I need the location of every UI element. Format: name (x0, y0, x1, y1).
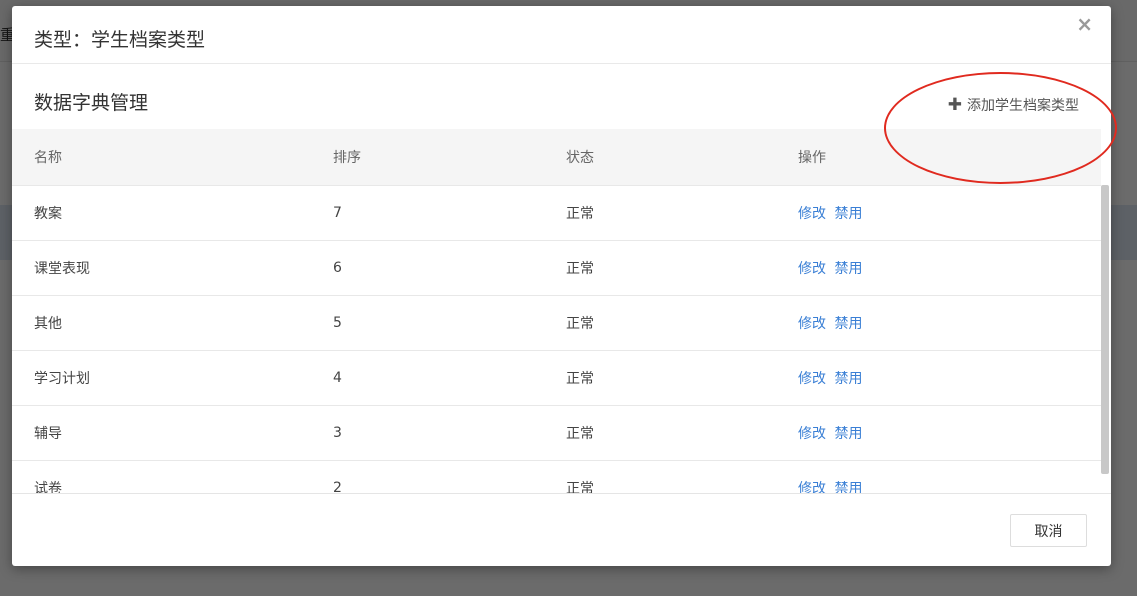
cell-order: 5 (311, 295, 544, 351)
table-row: 教案 7 正常 修改 禁用 (12, 185, 1101, 241)
column-header-actions: 操作 (776, 129, 1101, 186)
cell-status: 正常 (544, 295, 776, 351)
cell-order: 6 (311, 240, 544, 296)
cell-order: 2 (311, 460, 544, 493)
table-row: 课堂表现 6 正常 修改 禁用 (12, 240, 1101, 296)
close-icon[interactable]: × (1076, 12, 1093, 36)
cell-actions: 修改 禁用 (776, 460, 1101, 494)
table-row: 试卷 2 正常 修改 禁用 (12, 460, 1101, 494)
add-student-archive-type-button[interactable]: ✚ 添加学生档案类型 (948, 95, 1079, 115)
edit-link[interactable]: 修改 (798, 316, 826, 332)
table-row: 学习计划 4 正常 修改 禁用 (12, 350, 1101, 406)
modal-footer: 取消 (12, 494, 1111, 566)
modal-title: 类型：学生档案类型 (34, 29, 206, 51)
table-header-row: 名称 排序 状态 操作 (12, 129, 1101, 186)
column-header-order: 排序 (311, 129, 544, 186)
section-title: 数据字典管理 (34, 92, 149, 114)
cell-order: 4 (311, 350, 544, 406)
table-row: 其他 5 正常 修改 禁用 (12, 295, 1101, 351)
cell-actions: 修改 禁用 (776, 240, 1101, 296)
table-scrollbar-thumb[interactable] (1101, 185, 1109, 474)
modal-header: 类型：学生档案类型 × (12, 6, 1111, 64)
cell-status: 正常 (544, 350, 776, 406)
column-header-name: 名称 (12, 129, 311, 186)
cancel-button[interactable]: 取消 (1010, 514, 1087, 547)
column-header-status: 状态 (544, 129, 776, 186)
cell-name: 课堂表现 (12, 240, 311, 296)
cell-actions: 修改 禁用 (776, 185, 1101, 241)
dictionary-table-container[interactable]: 名称 排序 状态 操作 教案 7 正常 修改 禁用 课堂表现 6 正常 修改 禁… (12, 129, 1111, 494)
edit-link[interactable]: 修改 (798, 261, 826, 277)
edit-link[interactable]: 修改 (798, 371, 826, 387)
cell-actions: 修改 禁用 (776, 405, 1101, 461)
disable-link[interactable]: 禁用 (834, 261, 862, 277)
cell-order: 3 (311, 405, 544, 461)
cell-status: 正常 (544, 185, 776, 241)
cell-status: 正常 (544, 460, 776, 493)
cell-order: 7 (311, 185, 544, 241)
edit-link[interactable]: 修改 (798, 206, 826, 222)
cell-name: 教案 (12, 185, 311, 241)
edit-link[interactable]: 修改 (798, 481, 826, 494)
plus-icon: ✚ (947, 94, 962, 115)
table-row: 辅导 3 正常 修改 禁用 (12, 405, 1101, 461)
cell-name: 其他 (12, 295, 311, 351)
cell-status: 正常 (544, 240, 776, 296)
add-button-label: 添加学生档案类型 (967, 98, 1079, 114)
edit-link[interactable]: 修改 (798, 426, 826, 442)
cell-actions: 修改 禁用 (776, 295, 1101, 351)
dictionary-modal: 类型：学生档案类型 × 数据字典管理 ✚ 添加学生档案类型 名称 排序 状态 操… (12, 6, 1111, 566)
disable-link[interactable]: 禁用 (834, 316, 862, 332)
dictionary-table: 名称 排序 状态 操作 教案 7 正常 修改 禁用 课堂表现 6 正常 修改 禁… (12, 129, 1101, 494)
disable-link[interactable]: 禁用 (834, 481, 862, 494)
cell-status: 正常 (544, 405, 776, 461)
cell-name: 学习计划 (12, 350, 311, 406)
cell-name: 辅导 (12, 405, 311, 461)
disable-link[interactable]: 禁用 (834, 206, 862, 222)
disable-link[interactable]: 禁用 (834, 426, 862, 442)
cell-name: 试卷 (12, 460, 311, 493)
cell-actions: 修改 禁用 (776, 350, 1101, 406)
disable-link[interactable]: 禁用 (834, 371, 862, 387)
